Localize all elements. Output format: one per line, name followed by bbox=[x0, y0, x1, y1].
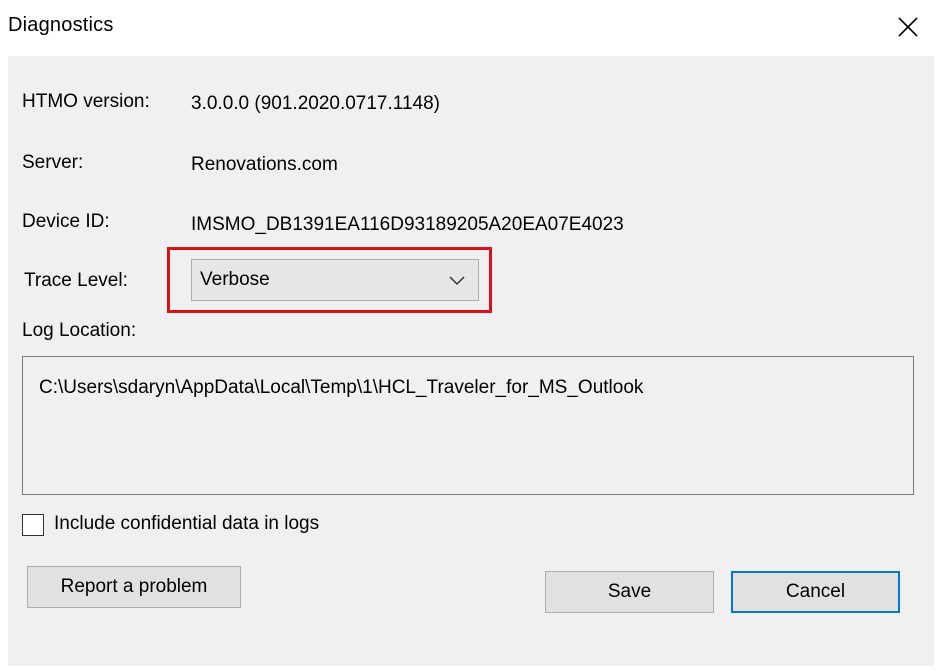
server-value: Renovations.com bbox=[191, 154, 338, 175]
title-bar: Diagnostics bbox=[0, 0, 942, 56]
close-button[interactable] bbox=[888, 8, 928, 46]
trace-level-label: Trace Level: bbox=[24, 270, 128, 291]
device-id-label: Device ID: bbox=[22, 211, 110, 232]
server-label: Server: bbox=[22, 152, 84, 173]
trace-level-dropdown[interactable]: Verbose bbox=[191, 259, 479, 301]
confidential-checkbox[interactable] bbox=[22, 514, 44, 536]
cancel-button[interactable]: Cancel bbox=[731, 571, 900, 613]
device-id-value: IMSMO_DB1391EA116D93189205A20EA07E4023 bbox=[191, 214, 624, 235]
log-location-path: C:\Users\sdaryn\AppData\Local\Temp\1\HCL… bbox=[39, 377, 644, 398]
dialog-body: HTMO version: 3.0.0.0 (901.2020.0717.114… bbox=[8, 56, 934, 666]
log-location-label: Log Location: bbox=[22, 320, 137, 341]
close-icon bbox=[898, 17, 918, 37]
trace-level-selected: Verbose bbox=[200, 269, 270, 290]
save-button[interactable]: Save bbox=[545, 571, 714, 613]
log-location-box[interactable]: C:\Users\sdaryn\AppData\Local\Temp\1\HCL… bbox=[22, 356, 914, 495]
htmo-version-value: 3.0.0.0 (901.2020.0717.1148) bbox=[191, 93, 440, 114]
confidential-checkbox-label[interactable]: Include confidential data in logs bbox=[54, 513, 319, 535]
window-title: Diagnostics bbox=[8, 14, 114, 36]
htmo-version-label: HTMO version: bbox=[22, 91, 150, 112]
report-problem-button[interactable]: Report a problem bbox=[27, 566, 241, 608]
diagnostics-window: Diagnostics HTMO version: 3.0.0.0 (901.2… bbox=[0, 0, 942, 671]
chevron-down-icon bbox=[449, 276, 465, 286]
